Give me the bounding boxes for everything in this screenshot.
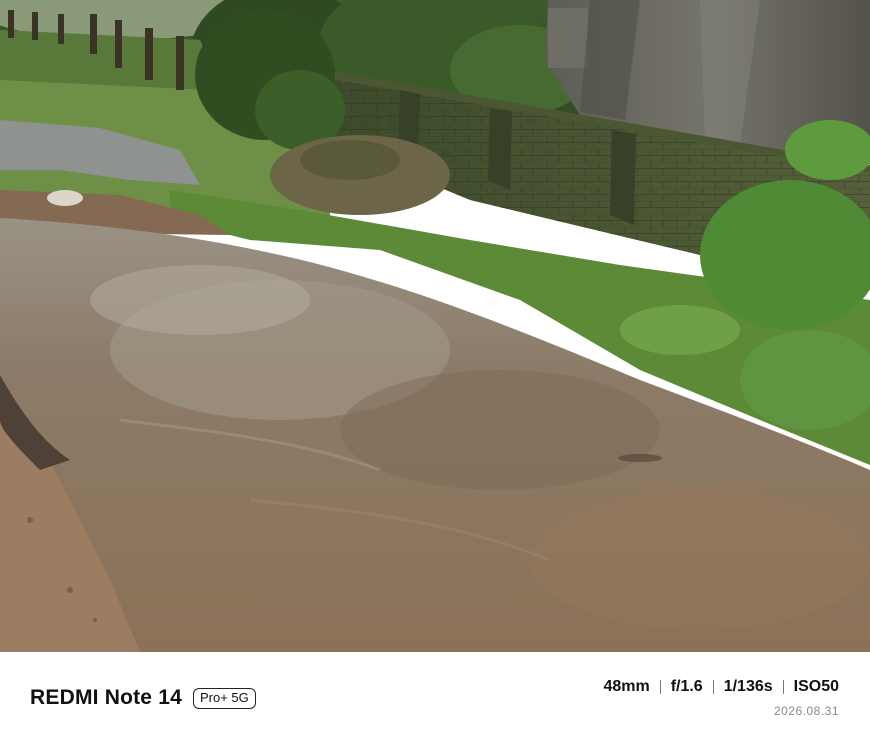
separator xyxy=(659,680,661,694)
separator xyxy=(782,680,784,694)
debris xyxy=(47,190,83,206)
camera-watermark-bar: REDMI Note 14 Pro+ 5G 48mm f/1.6 1/136s … xyxy=(0,652,870,745)
separator xyxy=(712,680,714,694)
floating-object xyxy=(618,454,662,462)
photo xyxy=(0,0,870,652)
shutter-speed: 1/136s xyxy=(723,678,773,695)
photo-frame: REDMI Note 14 Pro+ 5G 48mm f/1.6 1/136s … xyxy=(0,0,870,745)
capture-date: 2026.08.31 xyxy=(773,704,839,718)
device-badge: Pro+ 5G xyxy=(192,687,256,709)
camera-specs: 48mm f/1.6 1/136s ISO50 xyxy=(603,678,839,696)
device-brand: REDMI Note 14 Pro+ 5G xyxy=(30,686,256,710)
iso: ISO50 xyxy=(793,678,839,695)
photo-illustration xyxy=(0,0,870,652)
aperture: f/1.6 xyxy=(670,678,703,695)
focal-length: 48mm xyxy=(603,678,650,695)
device-model: REDMI Note 14 xyxy=(30,686,182,709)
